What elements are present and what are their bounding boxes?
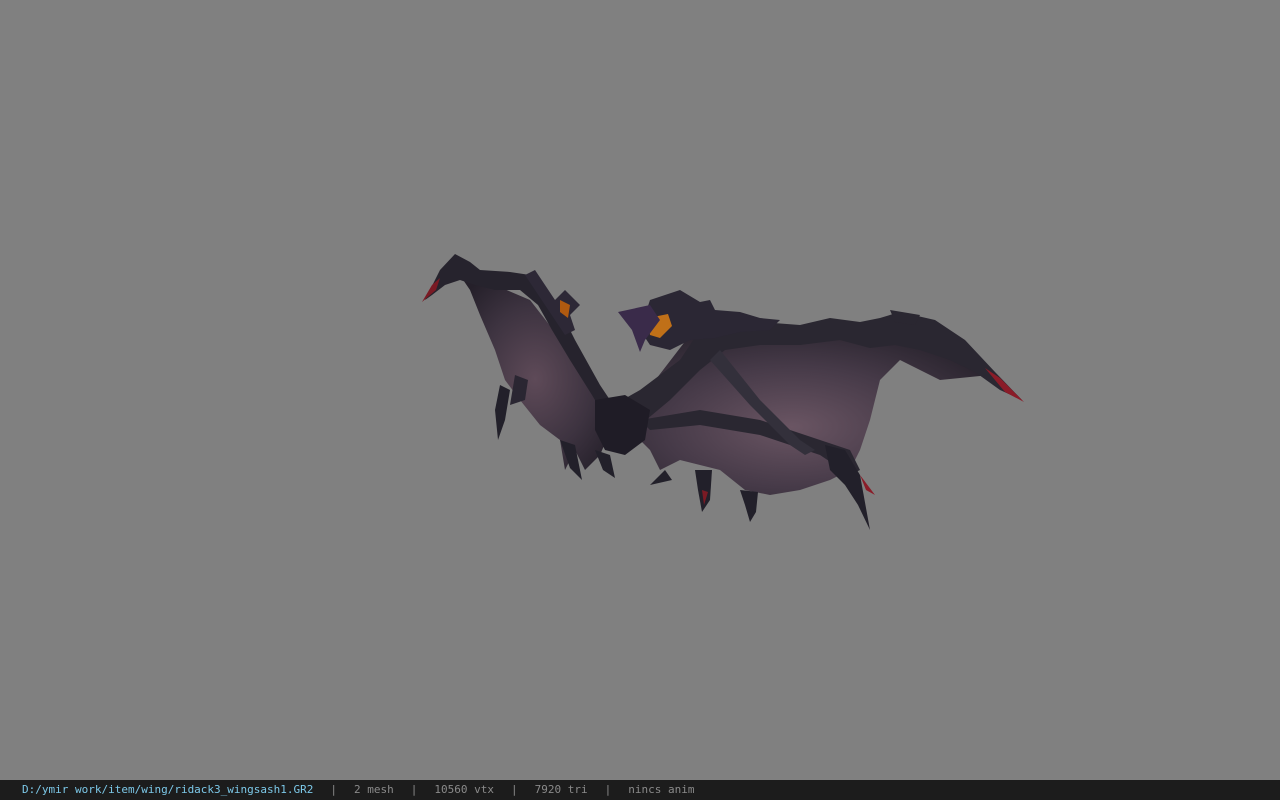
separator: | <box>604 783 612 796</box>
wing-model[interactable] <box>0 0 1280 780</box>
separator: | <box>330 783 338 796</box>
3d-viewport[interactable] <box>0 0 1280 780</box>
file-path: D:/ymir work/item/wing/ridack3_wingsash1… <box>22 783 314 796</box>
left-claw-4 <box>595 450 615 478</box>
right-claw-1 <box>650 470 672 485</box>
right-wing-tip-claw <box>985 368 1024 402</box>
separator: | <box>511 783 518 796</box>
status-bar: D:/ymir work/item/wing/ridack3_wingsash1… <box>0 780 1280 800</box>
mesh-count: 2 mesh <box>354 783 394 796</box>
vertex-count: 10560 vtx <box>434 783 495 796</box>
separator: | <box>410 783 418 796</box>
left-claw-1 <box>495 385 510 440</box>
triangle-count: 7920 tri <box>534 783 588 796</box>
right-claw-4 <box>825 445 870 530</box>
right-claw-3 <box>740 490 758 522</box>
anim-status: nincs anim <box>628 783 695 796</box>
